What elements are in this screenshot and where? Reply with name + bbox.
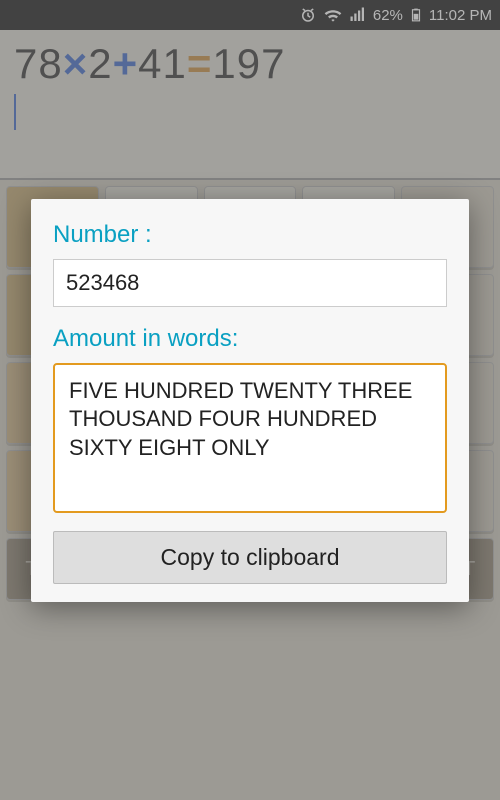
modal-overlay[interactable]: Number : Amount in words: FIVE HUNDRED T…: [0, 0, 500, 800]
words-output: FIVE HUNDRED TWENTY THREE THOUSAND FOUR …: [53, 363, 447, 513]
number-label: Number :: [53, 221, 447, 249]
words-label: Amount in words:: [53, 325, 447, 353]
copy-button[interactable]: Copy to clipboard: [53, 531, 447, 584]
number-to-words-dialog: Number : Amount in words: FIVE HUNDRED T…: [31, 199, 469, 602]
number-input[interactable]: [53, 259, 447, 307]
